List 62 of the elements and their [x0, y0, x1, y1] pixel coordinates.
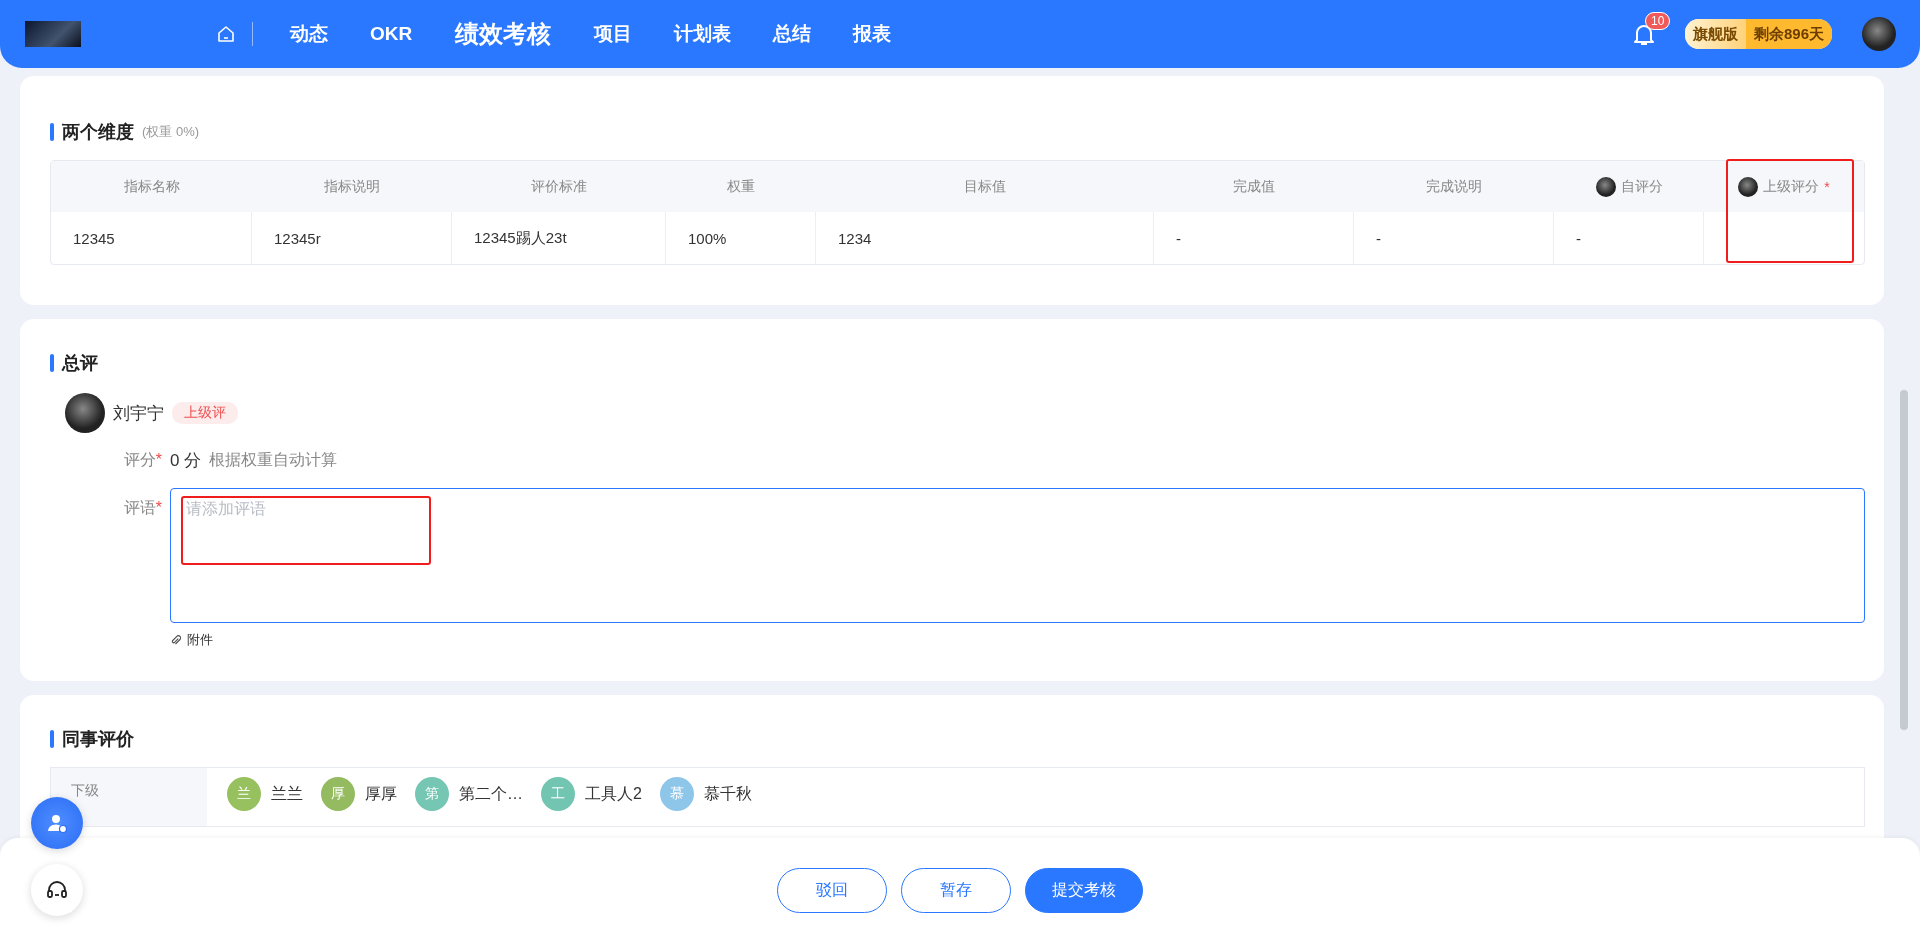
initial-avatar: 厚 [321, 777, 355, 811]
score-label: 评分* [122, 450, 163, 470]
plan-edition: 旗舰版 [1684, 19, 1746, 49]
initial-avatar: 慕 [659, 777, 694, 811]
peer-name: 慕千秋 [703, 783, 752, 804]
table-cell: 1234 [816, 212, 1154, 264]
table-cell: - [1554, 212, 1704, 264]
reviewer-name: 刘宇宁 [113, 402, 164, 425]
paperclip-icon [170, 634, 181, 646]
peer-name: 厚厚 [365, 783, 397, 804]
nav-tab[interactable]: 计划表 [653, 21, 753, 47]
initial-avatar: 第 [415, 777, 449, 811]
weight-text: (权重 0%) [142, 123, 200, 141]
table-cell: 12345 [51, 212, 252, 264]
action-button[interactable]: 暂存 [901, 867, 1011, 913]
avatar-image [65, 393, 105, 433]
section-title: 同事评价 [62, 728, 134, 751]
home-icon[interactable] [216, 24, 236, 44]
nav-tab[interactable]: 总结 [752, 21, 833, 47]
attachment-button[interactable]: 附件 [170, 631, 213, 649]
column-label: 指标名称 [123, 177, 180, 196]
avatar-image [1595, 176, 1616, 197]
column-label: 上级评分 [1763, 177, 1820, 196]
nav-tab[interactable]: 绩效考核 [433, 18, 574, 50]
nav-tab[interactable]: 项目 [573, 21, 654, 47]
plan-remaining: 剩余896天 [1745, 19, 1832, 49]
initial-avatar: 工 [541, 777, 575, 811]
peer-name: 第二个… [459, 783, 523, 804]
column-label: 评价标准 [531, 177, 587, 196]
nav-tab[interactable]: OKR [349, 23, 434, 45]
scrollbar[interactable] [1900, 390, 1908, 730]
nav-tab[interactable]: 动态 [269, 21, 349, 47]
table-cell: 100% [666, 212, 816, 264]
comment-field[interactable]: 请添加评语 [170, 488, 1865, 623]
action-button[interactable]: 驳回 [777, 867, 887, 913]
column-label: 自评分 [1620, 177, 1663, 196]
notification-badge: 10 [1644, 12, 1671, 30]
initial-avatar: 兰 [227, 777, 261, 811]
action-button[interactable]: 提交考核 [1025, 867, 1143, 913]
table-cell: 12345r [252, 212, 452, 264]
section-title: 总评 [62, 352, 98, 375]
role-tag: 上级评 [172, 402, 238, 424]
table-cell: - [1354, 212, 1554, 264]
comment-label: 评语* [122, 498, 163, 518]
avatar-image [1738, 176, 1759, 197]
peer-name: 兰兰 [271, 783, 303, 804]
logo-image [25, 21, 81, 47]
nav-tab[interactable]: 报表 [832, 21, 913, 47]
user-avatar[interactable] [1862, 17, 1896, 51]
peer-name: 工具人2 [585, 783, 642, 804]
column-label: 目标值 [964, 177, 1006, 196]
required-mark: * [1824, 178, 1830, 195]
score-value: 0 分 [170, 450, 202, 472]
column-label: 权重 [727, 177, 755, 196]
section-title: 两个维度 [62, 121, 134, 144]
plan-badge[interactable]: 旗舰版 剩余896天 [1684, 19, 1832, 49]
table-cell: - [1154, 212, 1354, 264]
column-label: 完成值 [1233, 177, 1275, 196]
column-label: 指标说明 [324, 177, 380, 196]
column-label: 完成说明 [1426, 177, 1482, 196]
score-hint: 根据权重自动计算 [209, 450, 338, 470]
table-cell: 12345踢人23t [452, 212, 666, 264]
